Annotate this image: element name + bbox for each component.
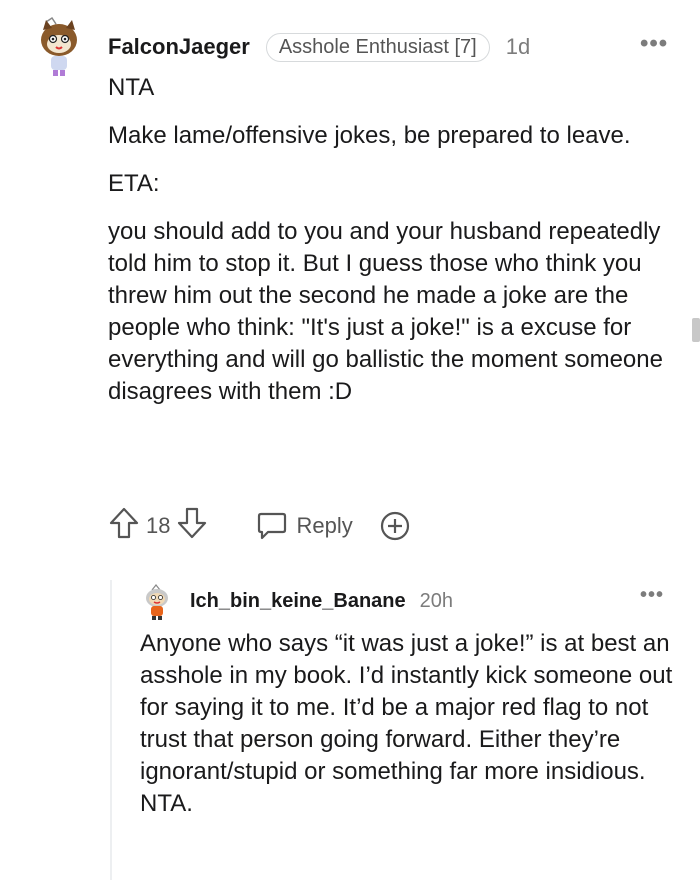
upvote-icon[interactable]	[108, 506, 140, 546]
user-avatar[interactable]	[34, 16, 84, 78]
vote-count: 18	[146, 513, 171, 538]
reply-username[interactable]: Ich_bin_keine_Banane	[190, 590, 406, 613]
comment-body: NTA Make lame/offensive jokes, be prepar…	[108, 72, 678, 424]
reply-timestamp[interactable]: 20h	[420, 590, 453, 613]
user-flair: Asshole Enthusiast [7]	[265, 32, 490, 62]
comment-paragraph: Make lame/offensive jokes, be prepared t…	[108, 122, 631, 149]
comment-paragraph: you should add to you and your husband r…	[108, 218, 663, 405]
reply-label: Reply	[296, 513, 353, 538]
thread-line[interactable]	[110, 580, 112, 880]
snoo-avatar-icon	[146, 584, 168, 620]
comment-timestamp[interactable]: 1d	[506, 34, 530, 60]
comment-paragraph: NTA	[108, 74, 155, 101]
award-plus-icon	[380, 511, 409, 541]
comment-username[interactable]: FalconJaeger	[108, 34, 250, 60]
user-avatar[interactable]	[142, 584, 172, 620]
award-button[interactable]	[379, 510, 411, 542]
reply-header: Ich_bin_keine_Banane 20h	[190, 588, 453, 614]
more-options-button[interactable]: •••	[640, 30, 668, 58]
snoo-avatar-icon	[41, 16, 77, 76]
more-options-button[interactable]: •••	[640, 584, 664, 607]
downvote-icon[interactable]	[176, 506, 208, 546]
comment-paragraph: ETA:	[108, 170, 160, 197]
reply-body: Anyone who says “it was just a joke!” is…	[140, 630, 673, 817]
reply-button[interactable]: Reply	[256, 511, 353, 541]
comment-header: FalconJaeger Asshole Enthusiast [7] 1d	[108, 32, 530, 62]
chat-bubble-icon	[258, 512, 287, 540]
scrollbar-thumb[interactable]	[692, 318, 700, 342]
comment-actions: 18 Reply	[108, 506, 411, 546]
